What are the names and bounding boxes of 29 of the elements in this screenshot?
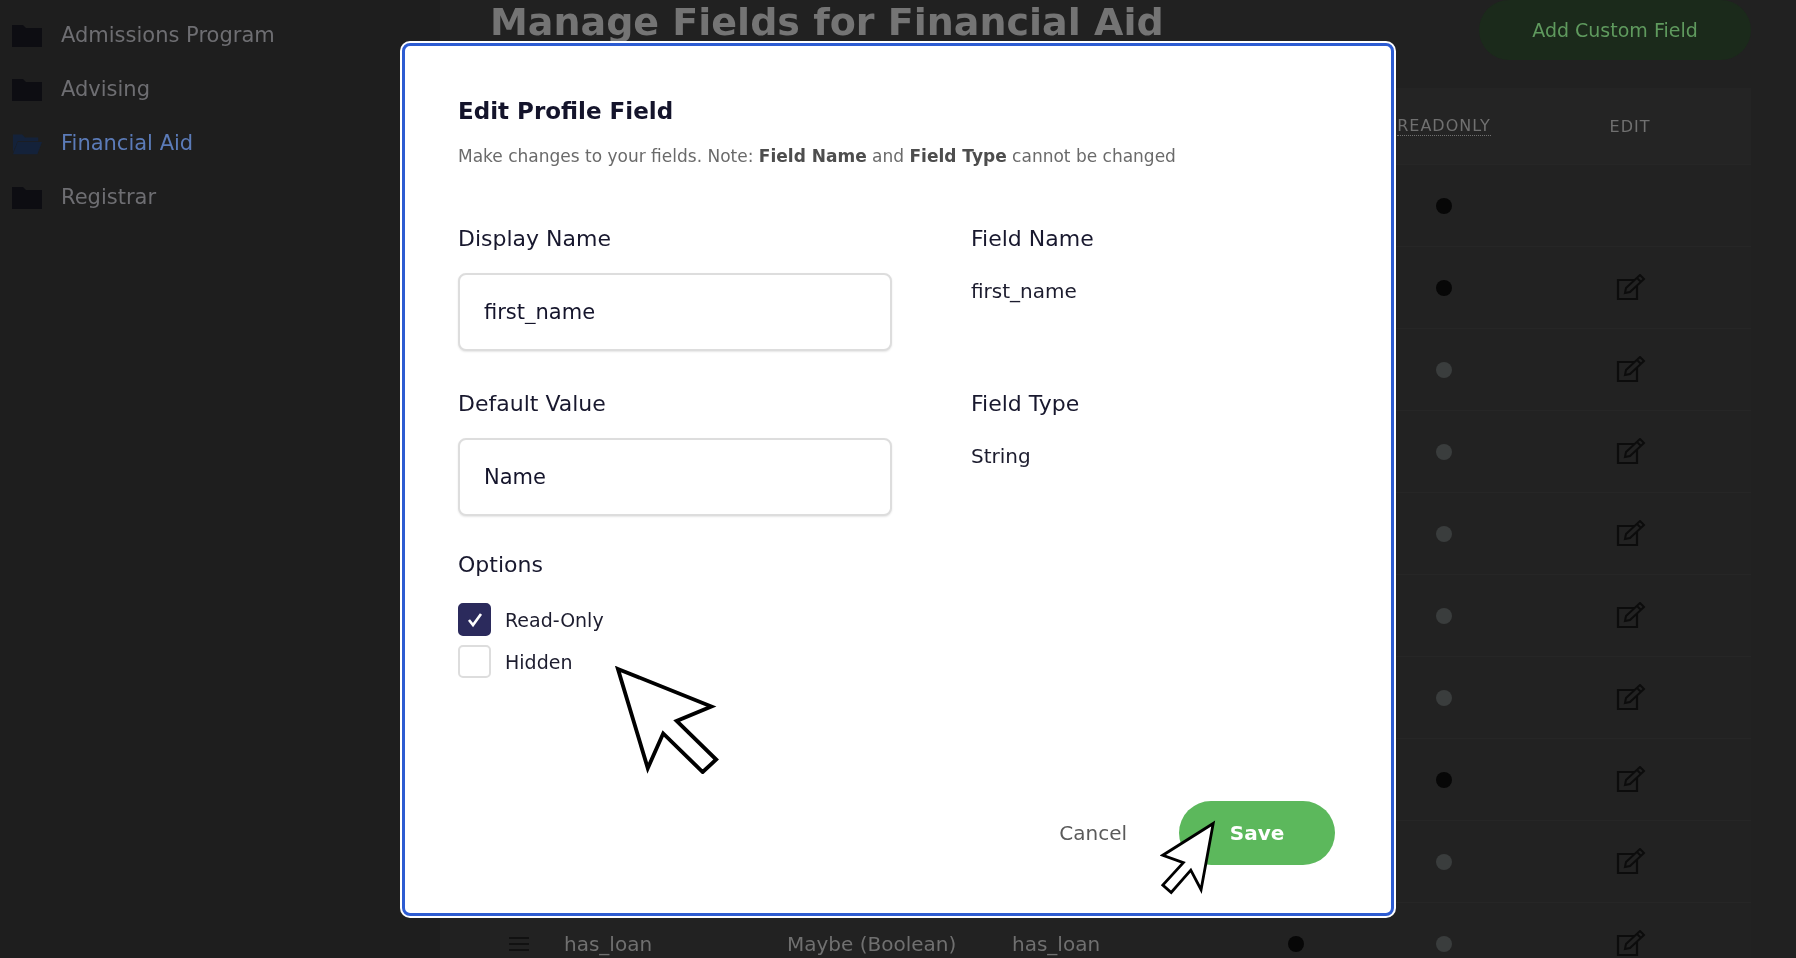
field-value: String — [971, 443, 1032, 468]
field-label: Display Name — [458, 225, 612, 251]
checkbox[interactable] — [458, 603, 491, 636]
table-cell: has_loan — [1012, 931, 1101, 956]
field-label: Default Value — [458, 390, 607, 416]
pointer-arrow-icon — [615, 666, 721, 774]
text-input-field[interactable]: first_name — [458, 272, 892, 351]
cancel-button[interactable]: Cancel — [1053, 819, 1133, 846]
field-label: Field Type — [971, 390, 1081, 416]
checkbox-label: Hidden — [505, 650, 573, 673]
save-button[interactable]: Save — [1179, 800, 1335, 865]
dialog-description: Make changes to your fields. Note: Field Name and Field Type cannot be changed — [458, 145, 1177, 166]
sidebar-item[interactable]: Admissions Program — [0, 8, 440, 62]
checkbox-label: Read-Only — [505, 608, 604, 631]
options-label: Options — [458, 551, 544, 577]
add-custom-field-button[interactable]: Add Custom Field — [1479, 0, 1751, 60]
field-value: first_name — [971, 278, 1078, 303]
table-cell: has_loan — [564, 931, 653, 956]
text-input-field[interactable]: Name — [458, 437, 892, 516]
page-title: Manage Fields for Financial Aid — [490, 0, 1164, 44]
sidebar-item[interactable]: Registrar — [0, 170, 440, 224]
column-header: EDIT — [1609, 116, 1651, 136]
sidebar-item[interactable]: Advising — [0, 62, 440, 116]
field-label: Field Name — [971, 225, 1095, 251]
sidebar-item[interactable]: Financial Aid — [0, 116, 440, 170]
pointer-arrow-icon — [1160, 820, 1216, 896]
column-header: READONLY — [1397, 116, 1491, 136]
dialog-title: Edit Profile Field — [458, 97, 675, 124]
table-cell: Maybe (Boolean) — [787, 931, 957, 956]
